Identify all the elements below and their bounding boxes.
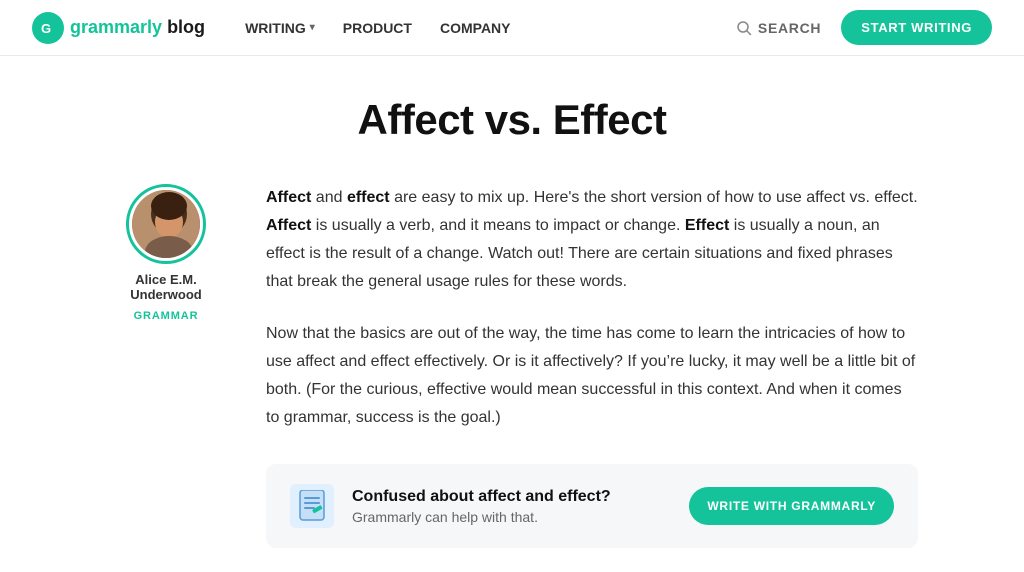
bold-affect-2: Affect [266,217,311,234]
logo-link[interactable]: G grammarly blog [32,12,205,44]
start-writing-button[interactable]: START WRITING [841,10,992,45]
nav-company[interactable]: COMPANY [440,20,511,36]
nav-right: SEARCH START WRITING [736,10,992,45]
author-avatar [132,190,200,258]
main-nav: G grammarly blog WRITING ▾ PRODUCT COMPA… [0,0,1024,56]
main-content: Affect vs. Effect [82,56,942,572]
promo-subtitle: Grammarly can help with that. [352,509,671,525]
svg-text:G: G [41,21,51,36]
promo-text: Confused about affect and effect? Gramma… [352,488,671,525]
promo-icon [290,484,334,528]
chevron-down-icon: ▾ [310,22,315,33]
article-paragraph-2: Now that the basics are out of the way, … [266,320,918,432]
search-label: SEARCH [758,20,821,36]
logo-icon: G [32,12,64,44]
search-icon [736,20,752,36]
nav-links: WRITING ▾ PRODUCT COMPANY [245,20,510,36]
article-paragraph-1: Affect and effect are easy to mix up. He… [266,184,918,296]
search-button[interactable]: SEARCH [736,20,821,36]
article-title: Affect vs. Effect [106,96,918,144]
promo-card: Confused about affect and effect? Gramma… [266,464,918,548]
promo-title: Confused about affect and effect? [352,488,671,506]
write-grammarly-button[interactable]: WRITE WITH GRAMMARLY [689,487,894,525]
author-avatar-wrapper [126,184,206,264]
bold-effect-2: Effect [685,217,729,234]
article-body: Affect and effect are easy to mix up. He… [266,184,918,548]
content-layout: Alice E.M. Underwood GRAMMAR Affect and … [106,184,918,548]
author-name: Alice E.M. Underwood [106,272,226,302]
author-sidebar: Alice E.M. Underwood GRAMMAR [106,184,226,322]
logo-text: grammarly blog [70,17,205,38]
author-tag: GRAMMAR [134,310,199,322]
bold-affect: Affect [266,189,311,206]
nav-product[interactable]: PRODUCT [343,20,412,36]
bold-effect: effect [347,189,390,206]
document-icon [298,490,326,522]
nav-writing[interactable]: WRITING ▾ [245,20,315,36]
